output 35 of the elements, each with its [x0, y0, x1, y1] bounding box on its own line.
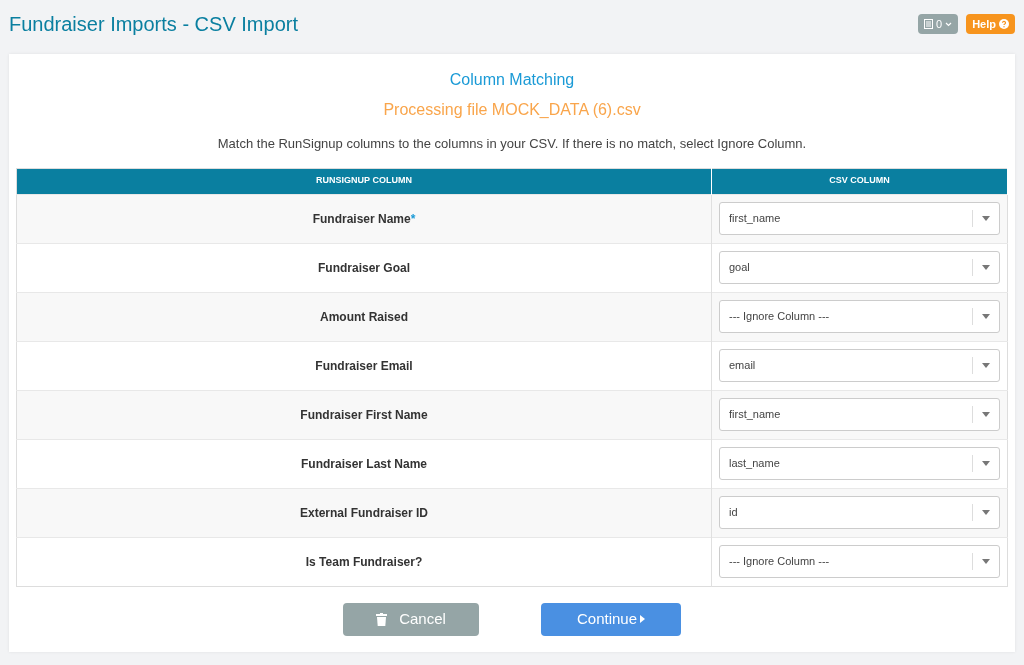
column-header: RUNSIGNUP COLUMN — [16, 168, 712, 194]
caret-icon — [982, 412, 990, 417]
select-field[interactable]: email — [719, 349, 1000, 382]
field-label: Fundraiser First Name — [300, 407, 428, 422]
page-title: Fundraiser Imports - CSV Import — [9, 12, 298, 36]
caret-icon — [982, 265, 990, 270]
field-label: Fundraiser Goal — [318, 260, 410, 275]
field-label: Amount Raised — [320, 309, 408, 324]
select-field[interactable]: id — [719, 496, 1000, 529]
field-label: Fundraiser Name* — [312, 211, 416, 226]
field-label: External Fundraiser ID — [299, 505, 428, 520]
select-field[interactable]: goal — [719, 251, 1000, 284]
document-icon — [924, 19, 934, 29]
field-label: Fundraiser Email — [315, 358, 413, 373]
trash-icon — [376, 612, 388, 626]
chevron-down-icon — [945, 21, 953, 27]
select-field[interactable]: --- Ignore Column --- — [719, 300, 1000, 333]
caret-icon — [982, 559, 990, 564]
select-field[interactable]: first_name — [719, 202, 1000, 235]
section-title: Column Matching — [448, 70, 576, 90]
processing-file-text: Processing file MOCK_DATA (6).csv — [382, 100, 642, 120]
question-icon — [999, 19, 1009, 29]
field-label: Fundraiser Last Name — [300, 456, 427, 471]
select-field[interactable]: first_name — [719, 398, 1000, 431]
caret-icon — [982, 216, 990, 221]
caret-icon — [982, 510, 990, 515]
column-header: CSV COLUMN — [711, 168, 1008, 194]
caret-icon — [982, 314, 990, 319]
select-field[interactable]: last_name — [719, 447, 1000, 480]
field-label: Is Team Fundraiser? — [305, 554, 423, 569]
caret-icon — [982, 363, 990, 368]
caret-icon — [982, 461, 990, 466]
select-field[interactable]: --- Ignore Column --- — [719, 545, 1000, 578]
instructions-text: Match the RunSignup columns to the columns in your CSV. If there is no match, select Ignore Column. — [216, 135, 808, 153]
caret-right-icon — [640, 615, 645, 623]
